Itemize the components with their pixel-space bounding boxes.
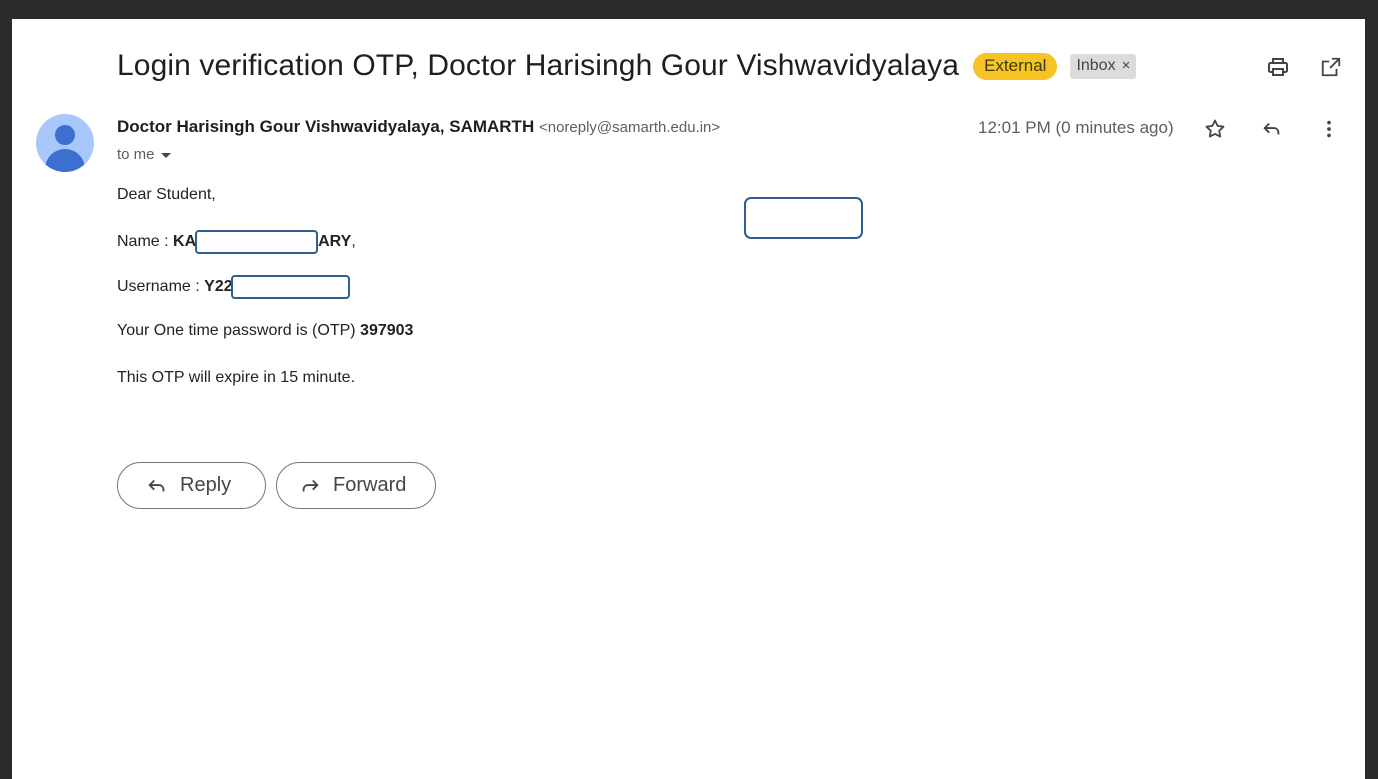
person-icon [55,125,75,145]
email-subject: Login verification OTP, Doctor Harisingh… [117,49,960,82]
expiry-text: This OTP will expire in 15 minute. [117,369,356,386]
reply-label: Reply [180,474,232,496]
redaction-box [744,197,863,239]
greeting-text: Dear Student, [117,186,216,203]
forward-label: Forward [333,474,407,496]
name-label: Name : [117,233,174,251]
name-trailing: , [351,233,356,251]
name-line: Name : KA ARY, [117,230,356,254]
otp-value: 397903 [360,322,414,339]
sender-email: <noreply@samarth.edu.in> [538,119,721,136]
inbox-label-text: Inbox [1076,56,1116,74]
username-line: Username : Y22 [117,275,350,299]
email-timestamp: 12:01 PM (0 minutes ago) [978,118,1174,137]
star-icon[interactable] [1201,115,1229,143]
forward-icon [299,475,321,497]
otp-label: Your One time password is (OTP) [117,322,361,339]
sender-name[interactable]: Doctor Harisingh Gour Vishwavidyalaya, S… [117,117,534,136]
name-prefix: KA [173,233,197,251]
subject-row: Login verification OTP, Doctor Harisingh… [117,49,1137,83]
remove-label-icon[interactable]: × [1122,56,1131,76]
sender-line: Doctor Harisingh Gour Vishwavidyalaya, S… [117,117,720,137]
open-in-new-icon[interactable] [1318,54,1344,80]
otp-line: Your One time password is (OTP) 397903 [117,322,413,340]
chevron-down-icon [160,153,171,158]
reply-icon[interactable] [1258,115,1286,143]
inbox-label-chip[interactable]: Inbox × [1070,53,1137,79]
name-suffix: ARY [318,233,352,251]
more-vert-icon[interactable] [1315,115,1343,143]
recipient-label: to me [117,146,155,163]
recipient-details-toggle[interactable]: to me [117,146,171,163]
username-redaction [230,275,350,299]
username-prefix: Y22 [204,278,233,296]
external-label-badge: External [973,52,1058,80]
username-label: Username : [117,278,205,296]
print-icon[interactable] [1265,54,1291,80]
email-view: Login verification OTP, Doctor Harisingh… [12,19,1365,779]
sender-avatar[interactable] [36,114,94,172]
reply-icon [146,475,168,497]
name-redaction [195,230,319,254]
reply-button[interactable]: Reply [117,462,266,509]
forward-button[interactable]: Forward [276,462,436,509]
